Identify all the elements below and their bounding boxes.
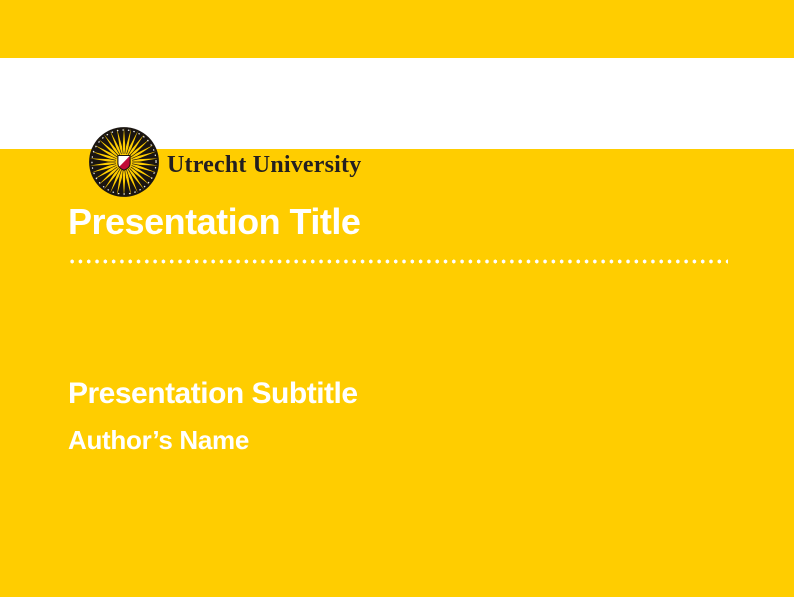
- title-slide: Utrecht University Presentation Title Pr…: [0, 0, 794, 597]
- header-band: Utrecht University: [0, 58, 794, 149]
- presentation-subtitle: Presentation Subtitle: [68, 379, 358, 409]
- author-name: Author’s Name: [68, 427, 249, 453]
- university-wordmark: Utrecht University: [167, 153, 361, 177]
- dotted-divider: [68, 259, 728, 264]
- utrecht-university-logo-icon: [88, 126, 160, 198]
- presentation-title: Presentation Title: [68, 204, 360, 240]
